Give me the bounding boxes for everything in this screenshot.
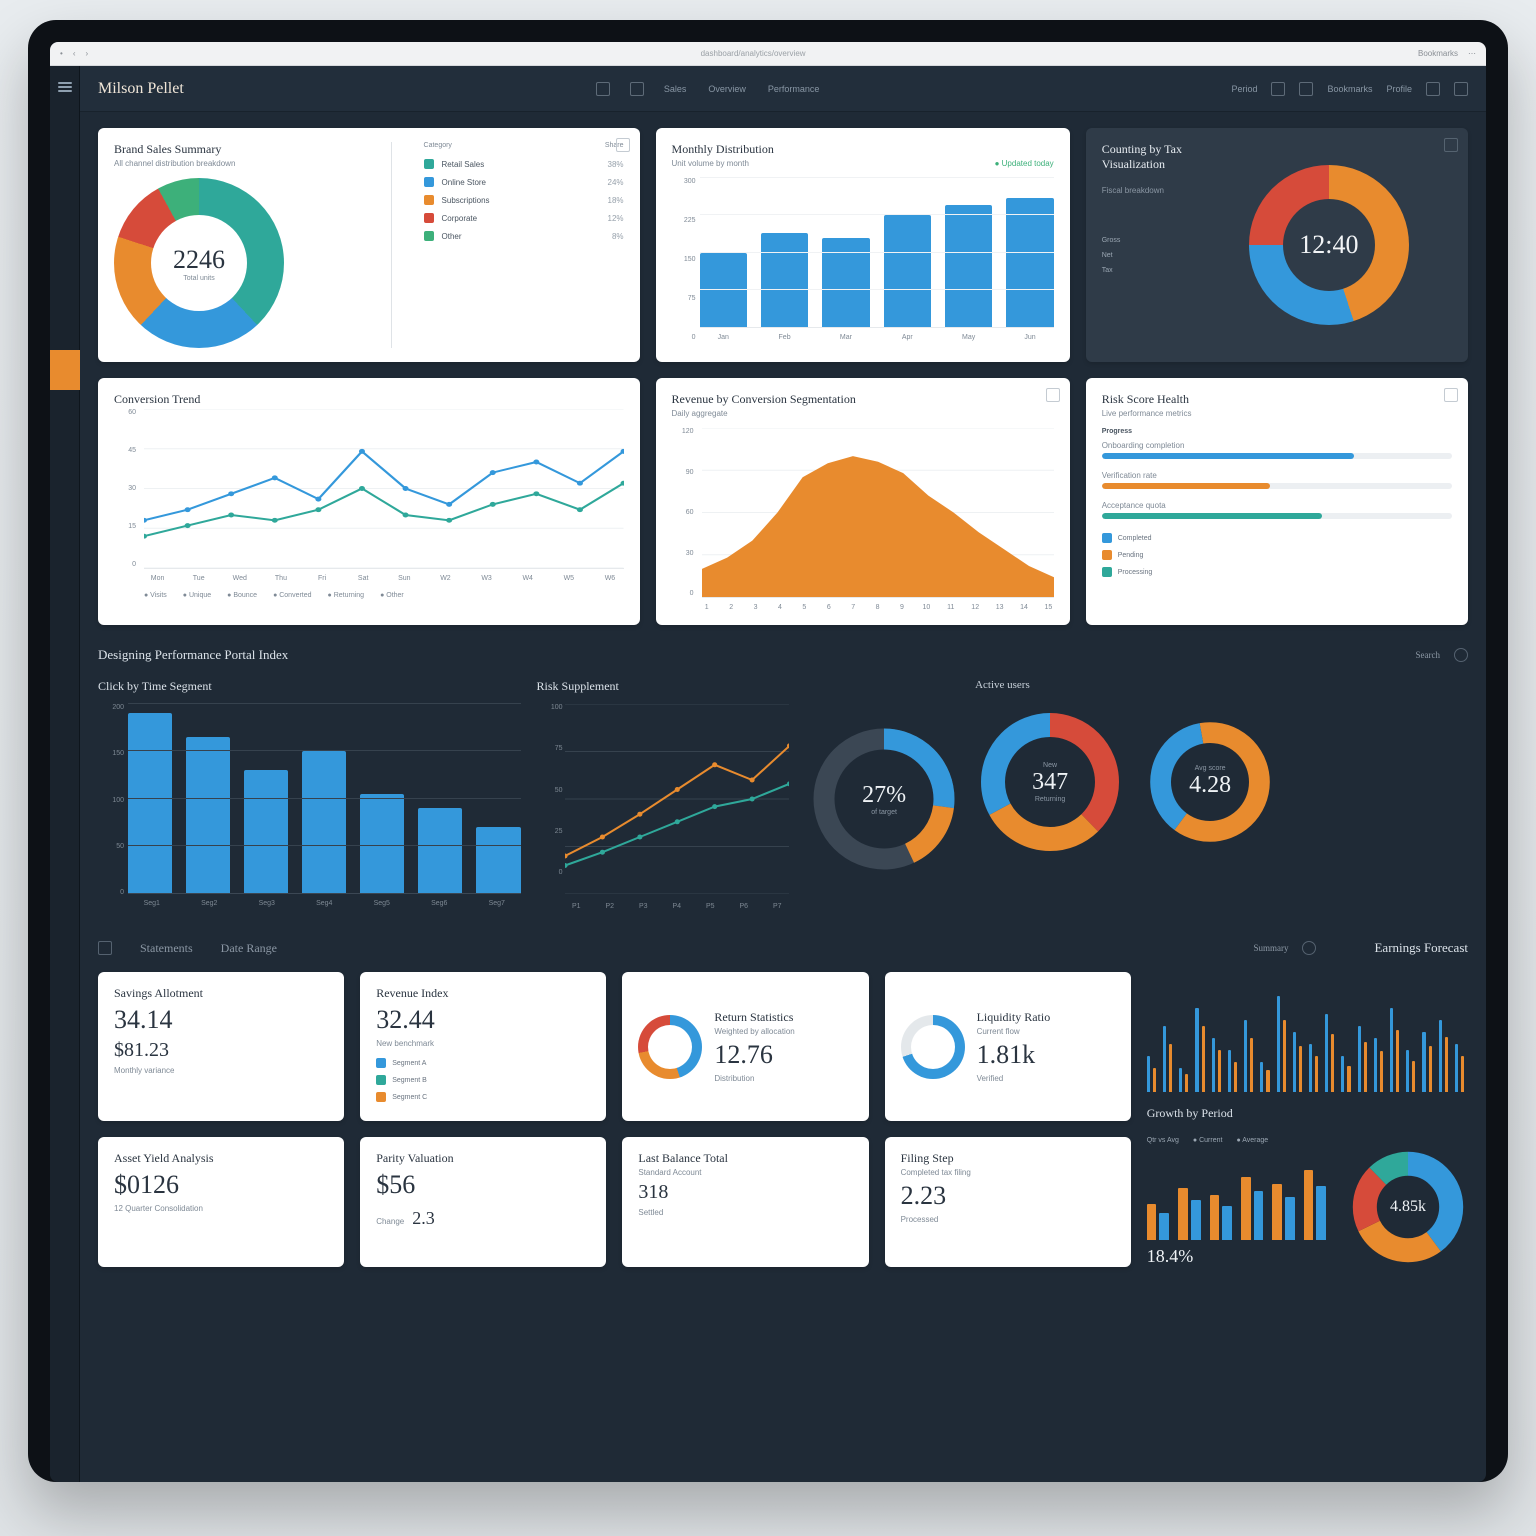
stat-card-yield: Asset Yield Analysis $0126 12 Quarter Co…	[98, 1137, 344, 1267]
menu-icon[interactable]	[58, 82, 72, 92]
settings-icon[interactable]	[1454, 82, 1468, 96]
growth-bar-chart	[1147, 1150, 1332, 1240]
stat-card-return: Return Statistics Weighted by allocation…	[622, 972, 868, 1121]
active-users-gauge: New 347 Returning	[975, 707, 1125, 857]
tab-click-segment[interactable]: Click by Time Segment	[98, 679, 521, 694]
label-profile[interactable]: Profile	[1387, 84, 1413, 94]
tab-risk[interactable]: Risk Supplement	[537, 679, 960, 694]
search-link[interactable]: Search	[1416, 650, 1441, 660]
progress-list: Onboarding completionVerification rateAc…	[1102, 441, 1452, 519]
stat-card-savings: Savings Allotment 34.14 $81.23 Monthly v…	[98, 972, 344, 1121]
label-bookmarks[interactable]: Bookmarks	[1327, 84, 1372, 94]
counting-donut-chart: 12:40	[1249, 165, 1409, 325]
expand-icon[interactable]	[1046, 388, 1060, 402]
earnings-spark-chart	[1147, 972, 1468, 1092]
browser-chrome: •‹› dashboard/analytics/overview Bookmar…	[50, 42, 1486, 66]
expand-icon[interactable]	[1444, 388, 1458, 402]
trend-line-chart: 604530150	[144, 409, 624, 569]
tab-statements[interactable]: Statements	[140, 941, 193, 956]
mini-ring-icon	[901, 1015, 965, 1079]
card-summary: Brand Sales Summary All channel distribu…	[98, 128, 640, 362]
sidebar	[50, 66, 80, 1482]
histogram-area-chart: 1209060300	[702, 428, 1054, 598]
card-progress: Risk Score Health Live performance metri…	[1086, 378, 1468, 625]
card-histogram: Revenue by Conversion Segmentation Daily…	[656, 378, 1070, 625]
brand-title: Milson Pellet	[98, 80, 184, 98]
search-icon[interactable]	[1454, 648, 1468, 662]
bell-icon[interactable]	[1426, 82, 1440, 96]
address-bar[interactable]: dashboard/analytics/overview	[88, 49, 1418, 58]
expand-icon[interactable]	[1444, 138, 1458, 152]
stat-card-filing: Filing Step Completed tax filing 2.23 Pr…	[885, 1137, 1131, 1267]
topbar: Milson Pellet Sales Overview Performance…	[80, 66, 1486, 112]
score-gauge: Avg score 4.28	[1145, 717, 1275, 847]
stat-card-parity: Parity Valuation $56 Change 2.3	[360, 1137, 606, 1267]
chat-icon[interactable]	[1302, 941, 1316, 955]
segment-pie: 4.85k	[1348, 1147, 1468, 1267]
completion-gauge: 27% of target	[809, 724, 959, 874]
section-heading-performance: Designing Performance Portal Index Searc…	[80, 625, 1486, 663]
stat-card-liquidity: Liquidity Ratio Current flow 1.81k Verif…	[885, 972, 1131, 1121]
stat-card-balance: Last Balance Total Standard Account 318 …	[622, 1137, 868, 1267]
click-bar-chart: 200150100500 Seg1Seg2Seg3Seg4Seg5Seg6Seg…	[128, 704, 521, 914]
summary-legend: Retail Sales38%Online Store24%Subscripti…	[424, 159, 624, 241]
stat-card-revenue: Revenue Index 32.44 New benchmark Segmen…	[360, 972, 606, 1121]
filter-icon[interactable]	[98, 941, 112, 955]
tab-performance[interactable]: Performance	[768, 84, 820, 94]
monthly-bar-chart	[700, 178, 1054, 328]
share-icon[interactable]	[1271, 82, 1285, 96]
grid-icon[interactable]	[630, 82, 644, 96]
mini-donut-icon	[638, 1015, 702, 1079]
doc-icon[interactable]	[596, 82, 610, 96]
risk-line-chart: 1007550250 P1P2P3P4P5P6P7	[537, 704, 790, 894]
card-monthly: Monthly Distribution Unit volume by mont…	[656, 128, 1070, 362]
sidebar-active-indicator[interactable]	[50, 350, 80, 390]
card-title: Brand Sales Summary	[114, 142, 359, 157]
tab-sales[interactable]: Sales	[664, 84, 687, 94]
card-counting: Counting by Tax Visualization Fiscal bre…	[1086, 128, 1468, 362]
top-tabs: Sales Overview Performance	[664, 84, 820, 94]
expand-icon[interactable]	[616, 138, 630, 152]
tab-daterange[interactable]: Date Range	[221, 941, 277, 956]
card-trend: Conversion Trend 604530150 MonTueWedThuF…	[98, 378, 640, 625]
summary-donut-chart: 2246 Total units	[114, 178, 284, 348]
label-period[interactable]: Period	[1231, 84, 1257, 94]
section-earnings-title: Earnings Forecast	[1374, 940, 1468, 956]
tab-overview[interactable]: Overview	[708, 84, 746, 94]
link-icon[interactable]	[1299, 82, 1313, 96]
